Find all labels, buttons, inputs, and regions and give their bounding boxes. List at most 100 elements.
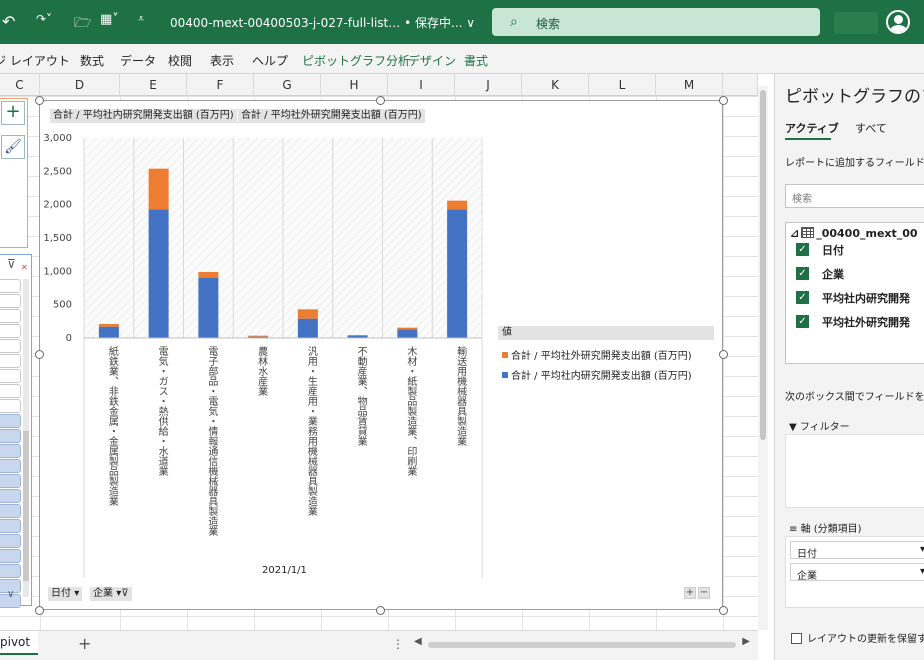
pivot-chart[interactable]: 3,000 2,500 2,000 1,500 1,000 500 0 紙鉄業、非鉄金属・金… bbox=[39, 100, 723, 610]
checkbox[interactable] bbox=[791, 633, 802, 644]
tab-format[interactable]: 書式 bbox=[464, 52, 488, 69]
slicer-item[interactable] bbox=[0, 504, 21, 518]
bar-internal-rd[interactable] bbox=[148, 209, 169, 338]
slicer-item[interactable] bbox=[0, 414, 21, 428]
bar-internal-rd[interactable] bbox=[397, 329, 418, 338]
column-header[interactable]: D bbox=[40, 74, 120, 96]
slicer-item[interactable] bbox=[0, 549, 21, 563]
avatar-icon[interactable] bbox=[886, 10, 910, 34]
bar-external-rd[interactable] bbox=[148, 168, 169, 210]
column-header[interactable]: C bbox=[0, 74, 40, 96]
column-header[interactable]: E bbox=[120, 74, 187, 96]
slicer-item[interactable] bbox=[0, 324, 21, 338]
slicer-item[interactable] bbox=[0, 369, 21, 383]
slicer-item[interactable] bbox=[0, 354, 21, 368]
resize-handle[interactable] bbox=[719, 606, 728, 615]
tab-design[interactable]: デザイン bbox=[408, 52, 456, 69]
axis-drop-area[interactable]: 日付 ▾ 企業 ▾ bbox=[785, 536, 924, 608]
checkbox-checked-icon[interactable]: ✓ bbox=[796, 267, 809, 280]
vertical-scrollbar[interactable] bbox=[758, 86, 768, 630]
slicer-item[interactable] bbox=[0, 309, 21, 323]
axis-field-button-date[interactable]: 日付 ▾ bbox=[48, 587, 83, 601]
tab-page-layout[interactable]: ジ レイアウト bbox=[0, 52, 70, 69]
resize-handle[interactable] bbox=[376, 96, 385, 105]
column-header[interactable]: G bbox=[254, 74, 321, 96]
tab-review[interactable]: 校閲 bbox=[168, 52, 192, 69]
bar-external-rd[interactable] bbox=[98, 324, 119, 327]
scroll-thumb[interactable] bbox=[760, 90, 766, 440]
field-item-external-rd[interactable]: 平均社外研究開発 bbox=[822, 314, 910, 330]
bar-external-rd[interactable] bbox=[447, 200, 468, 210]
axis-item-company[interactable]: 企業 ▾ bbox=[790, 563, 924, 582]
column-header-empty[interactable] bbox=[723, 74, 758, 96]
chevron-down-icon[interactable]: ▾ bbox=[920, 544, 924, 555]
resize-handle[interactable] bbox=[719, 96, 728, 105]
slicer-item[interactable] bbox=[0, 474, 21, 488]
slicer-item[interactable] bbox=[0, 339, 21, 353]
add-sheet-icon[interactable]: + bbox=[78, 634, 91, 653]
sheet-tab-pivot[interactable]: pivot bbox=[0, 631, 38, 655]
collapse-field-button[interactable]: − bbox=[698, 587, 710, 599]
search-box[interactable]: ⌕ 検索 bbox=[492, 8, 820, 36]
tab-help[interactable]: ヘルプ bbox=[252, 52, 288, 69]
bar-internal-rd[interactable] bbox=[447, 209, 468, 338]
user-name-area[interactable] bbox=[834, 12, 878, 34]
bar-external-rd[interactable] bbox=[397, 327, 418, 330]
bar-external-rd[interactable] bbox=[198, 272, 219, 278]
tab-view[interactable]: 表示 bbox=[210, 52, 234, 69]
resize-handle[interactable] bbox=[35, 350, 44, 359]
slicer-item[interactable] bbox=[0, 294, 21, 308]
tab-data[interactable]: データ bbox=[120, 52, 156, 69]
value-field-button-internal[interactable]: 合計 / 平均社内研究開発支出額 (百万円) bbox=[50, 109, 237, 123]
more-options-icon[interactable]: ⋮ bbox=[392, 637, 404, 651]
form-icon[interactable]: ▦˅ bbox=[100, 12, 119, 27]
scroll-left-icon[interactable]: ◀ bbox=[414, 636, 422, 647]
bar-internal-rd[interactable] bbox=[297, 318, 318, 338]
table-node[interactable]: ⊿ _00400_mext_00 bbox=[790, 227, 918, 240]
document-title[interactable]: 00400-mext-00400503-j-027-full-list… • 保… bbox=[170, 14, 475, 31]
chevron-down-icon[interactable]: ∨ bbox=[7, 589, 14, 600]
chevron-down-icon[interactable]: ▾ bbox=[920, 566, 924, 577]
slicer-item[interactable] bbox=[0, 489, 21, 503]
redo-icon[interactable]: ↷˅ bbox=[36, 12, 52, 26]
axis-field-button-company[interactable]: 企業 ▾⊽ bbox=[90, 587, 132, 601]
horizontal-scrollbar[interactable]: ◀ ▶ bbox=[414, 636, 750, 649]
column-header[interactable]: I bbox=[388, 74, 455, 96]
slicer-scroll-thumb[interactable] bbox=[23, 431, 29, 581]
tab-formulas[interactable]: 数式 bbox=[80, 52, 104, 69]
filter-icon[interactable]: ⊽ bbox=[7, 257, 16, 271]
value-field-button-external[interactable]: 合計 / 平均社外研究開発支出額 (百万円) bbox=[238, 109, 425, 123]
column-header[interactable]: J bbox=[455, 74, 522, 96]
bar-internal-rd[interactable] bbox=[198, 278, 219, 338]
bar-external-rd[interactable] bbox=[248, 335, 269, 337]
slicer-item[interactable] bbox=[0, 429, 21, 443]
slicer-panel[interactable]: ⊽ ✕ ∨ bbox=[0, 254, 32, 608]
tab-pivotchart-analyze[interactable]: ピボットグラフ分析 bbox=[302, 52, 410, 69]
expand-field-button[interactable]: + bbox=[684, 587, 696, 599]
scroll-right-icon[interactable]: ▶ bbox=[742, 636, 750, 647]
resize-handle[interactable] bbox=[376, 606, 385, 615]
scroll-thumb[interactable] bbox=[428, 642, 736, 648]
resize-handle[interactable] bbox=[35, 606, 44, 615]
brush-icon[interactable]: 🖌 bbox=[1, 135, 25, 159]
collapse-icon[interactable]: ⊿ bbox=[790, 227, 799, 240]
open-folder-icon[interactable]: 🗁 bbox=[74, 12, 91, 36]
slicer-item[interactable] bbox=[0, 534, 21, 548]
field-item-company[interactable]: 企業 bbox=[822, 266, 844, 282]
field-search-input[interactable]: 検索 bbox=[785, 184, 924, 208]
slicer-item[interactable] bbox=[0, 459, 21, 473]
filter-drop-area[interactable] bbox=[785, 434, 924, 508]
slicer-item[interactable] bbox=[0, 519, 21, 533]
checkbox-checked-icon[interactable]: ✓ bbox=[796, 291, 809, 304]
resize-handle[interactable] bbox=[719, 350, 728, 359]
resize-handle[interactable] bbox=[35, 96, 44, 105]
slicer-item[interactable] bbox=[0, 279, 21, 293]
axis-item-date[interactable]: 日付 ▾ bbox=[790, 541, 924, 560]
checkbox-checked-icon[interactable]: ✓ bbox=[796, 243, 809, 256]
column-header[interactable]: F bbox=[187, 74, 254, 96]
bar-external-rd[interactable] bbox=[347, 335, 368, 336]
column-header[interactable]: L bbox=[589, 74, 656, 96]
field-item-date[interactable]: 日付 bbox=[822, 242, 844, 258]
plus-icon[interactable]: + bbox=[1, 101, 25, 125]
tab-all-fields[interactable]: すべて bbox=[855, 120, 887, 136]
